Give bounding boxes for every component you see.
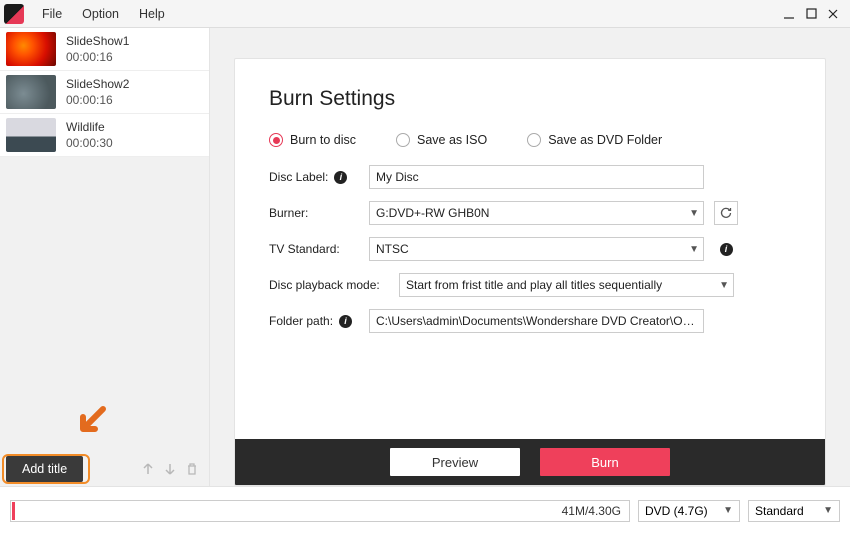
slide-thumbnail-icon xyxy=(6,32,56,66)
window-maximize-button[interactable] xyxy=(800,3,822,25)
playback-mode-select[interactable]: Start from frist title and play all titl… xyxy=(399,273,734,297)
folder-path-value: C:\Users\admin\Documents\Wondershare DVD… xyxy=(376,314,699,328)
slide-thumbnail-icon xyxy=(6,75,56,109)
status-bar: 41M/4.30G DVD (4.7G) ▼ Standard ▼ xyxy=(0,486,850,534)
slide-duration: 00:00:16 xyxy=(66,93,129,107)
playback-mode-value: Start from frist title and play all titl… xyxy=(406,278,662,292)
radio-label: Save as ISO xyxy=(417,133,487,147)
slide-duration: 00:00:30 xyxy=(66,136,113,150)
burn-settings-panel: Burn Settings Burn to disc Save as ISO S… xyxy=(234,58,826,486)
delete-icon[interactable] xyxy=(181,458,203,480)
sidebar: SlideShow1 00:00:16 SlideShow2 00:00:16 … xyxy=(0,28,210,486)
quality-select[interactable]: Standard ▼ xyxy=(748,500,840,522)
burner-select[interactable]: G:DVD+-RW GHB0N ▼ xyxy=(369,201,704,225)
disc-label-label: Disc Label: i xyxy=(269,170,369,184)
quality-value: Standard xyxy=(755,504,804,518)
playback-mode-label: Disc playback mode: xyxy=(269,278,399,292)
app-logo-icon xyxy=(4,4,24,24)
chevron-down-icon: ▼ xyxy=(723,505,733,516)
main-area: SlideShow1 00:00:16 SlideShow2 00:00:16 … xyxy=(0,28,850,486)
tv-standard-label: TV Standard: xyxy=(269,242,369,256)
chevron-down-icon: ▼ xyxy=(823,505,833,516)
slide-item[interactable]: SlideShow2 00:00:16 xyxy=(0,71,209,114)
slide-thumbnail-icon xyxy=(6,118,56,152)
menu-help[interactable]: Help xyxy=(129,0,175,28)
chevron-down-icon: ▼ xyxy=(689,208,699,219)
action-bar: Preview Burn xyxy=(235,439,825,485)
panel-heading: Burn Settings xyxy=(269,87,791,111)
radio-label: Burn to disc xyxy=(290,133,356,147)
chevron-down-icon: ▼ xyxy=(719,280,729,291)
slide-item[interactable]: Wildlife 00:00:30 xyxy=(0,114,209,157)
tv-standard-select[interactable]: NTSC ▼ xyxy=(369,237,704,261)
slide-item[interactable]: SlideShow1 00:00:16 xyxy=(0,28,209,71)
window-close-button[interactable] xyxy=(822,3,844,25)
tv-standard-value: NTSC xyxy=(376,242,409,256)
window-minimize-button[interactable] xyxy=(778,3,800,25)
preview-button[interactable]: Preview xyxy=(390,448,520,476)
slide-duration: 00:00:16 xyxy=(66,50,129,64)
slide-title: SlideShow1 xyxy=(66,34,129,48)
disc-type-value: DVD (4.7G) xyxy=(645,504,708,518)
burn-button[interactable]: Burn xyxy=(540,448,670,476)
info-icon[interactable]: i xyxy=(720,243,733,256)
disc-type-select[interactable]: DVD (4.7G) ▼ xyxy=(638,500,740,522)
slide-title: SlideShow2 xyxy=(66,77,129,91)
radio-save-as-iso[interactable]: Save as ISO xyxy=(396,133,487,147)
burner-label: Burner: xyxy=(269,206,369,220)
refresh-burner-button[interactable] xyxy=(714,201,738,225)
add-title-button[interactable]: Add title xyxy=(6,456,83,482)
folder-path-field[interactable]: C:\Users\admin\Documents\Wondershare DVD… xyxy=(369,309,704,333)
menu-file[interactable]: File xyxy=(32,0,72,28)
move-up-icon[interactable] xyxy=(137,458,159,480)
radio-save-as-dvd-folder[interactable]: Save as DVD Folder xyxy=(527,133,662,147)
size-progress: 41M/4.30G xyxy=(10,500,630,522)
slide-title: Wildlife xyxy=(66,120,113,134)
move-down-icon[interactable] xyxy=(159,458,181,480)
burner-value: G:DVD+-RW GHB0N xyxy=(376,206,489,220)
chevron-down-icon: ▼ xyxy=(689,244,699,255)
folder-path-label: Folder path: i xyxy=(269,314,369,328)
size-progress-fill xyxy=(12,502,15,520)
callout-arrow-icon xyxy=(73,405,109,446)
content-area: Burn Settings Burn to disc Save as ISO S… xyxy=(210,28,850,486)
sidebar-toolbar: Add title xyxy=(0,452,209,486)
radio-burn-to-disc[interactable]: Burn to disc xyxy=(269,133,356,147)
info-icon[interactable]: i xyxy=(339,315,352,328)
info-icon[interactable]: i xyxy=(334,171,347,184)
radio-label: Save as DVD Folder xyxy=(548,133,662,147)
size-progress-text: 41M/4.30G xyxy=(562,504,621,518)
slide-list: SlideShow1 00:00:16 SlideShow2 00:00:16 … xyxy=(0,28,209,157)
titlebar: File Option Help xyxy=(0,0,850,28)
output-mode-group: Burn to disc Save as ISO Save as DVD Fol… xyxy=(269,133,791,147)
menu-option[interactable]: Option xyxy=(72,0,129,28)
disc-label-input[interactable] xyxy=(369,165,704,189)
